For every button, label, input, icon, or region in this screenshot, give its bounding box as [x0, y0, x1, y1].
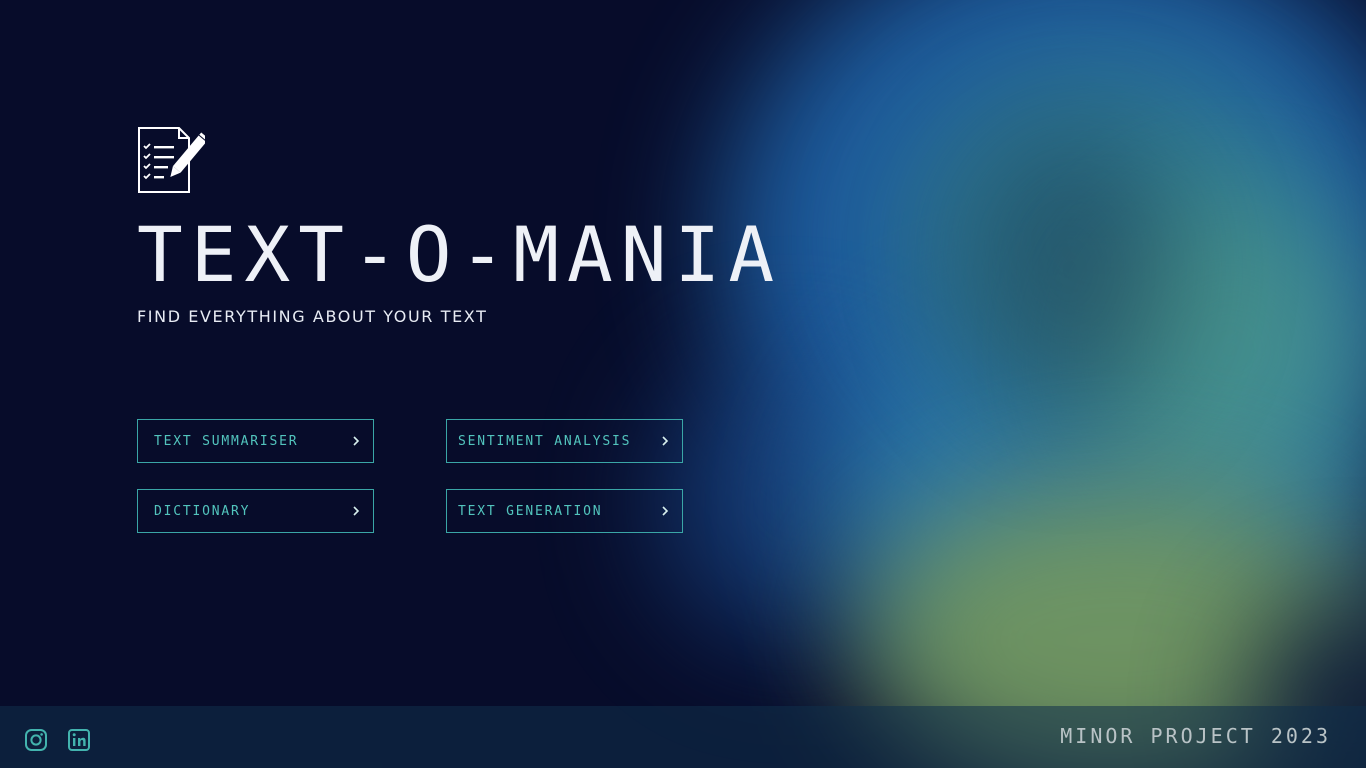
project-label: MINOR PROJECT 2023: [1060, 724, 1331, 748]
chevron-right-icon: [353, 506, 360, 516]
chevron-right-icon: [662, 436, 669, 446]
document-pen-icon: [138, 127, 205, 193]
chevron-right-icon: [353, 436, 360, 446]
page-subtitle: FIND EVERYTHING ABOUT YOUR TEXT: [137, 307, 488, 326]
button-label: DICTIONARY: [154, 503, 251, 519]
dictionary-button[interactable]: DICTIONARY: [137, 489, 374, 533]
button-label: TEXT GENERATION: [458, 503, 603, 519]
chevron-right-icon: [662, 506, 669, 516]
linkedin-icon[interactable]: [67, 728, 91, 752]
page-title: TEXT-O-MANIA: [137, 210, 783, 299]
button-label: SENTIMENT ANALYSIS: [458, 433, 632, 449]
text-generation-button[interactable]: TEXT GENERATION: [446, 489, 683, 533]
sentiment-analysis-button[interactable]: SENTIMENT ANALYSIS: [446, 419, 683, 463]
button-label: TEXT SUMMARISER: [154, 433, 299, 449]
gradient-background: [0, 0, 1366, 768]
instagram-icon[interactable]: [24, 728, 48, 752]
text-summariser-button[interactable]: TEXT SUMMARISER: [137, 419, 374, 463]
